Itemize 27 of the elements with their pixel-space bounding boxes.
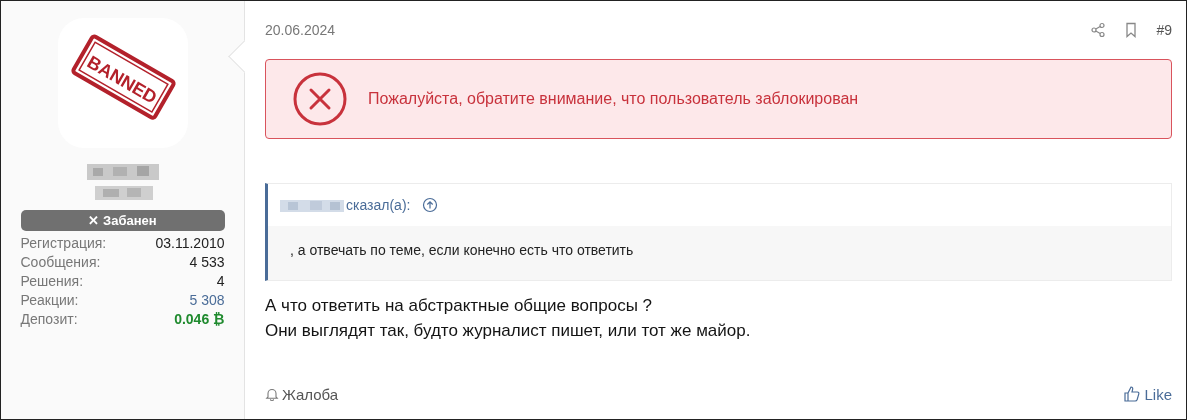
quote-author-said[interactable]: сказал(а): xyxy=(346,197,411,213)
stat-label: Депозит: xyxy=(20,311,79,327)
bell-icon xyxy=(265,387,279,401)
thumbs-up-icon xyxy=(1123,385,1142,403)
post-date[interactable]: 20.06.2024 xyxy=(265,22,336,38)
post-number[interactable]: #9 xyxy=(1156,22,1172,38)
stat-label: Сообщения: xyxy=(20,254,102,270)
error-icon xyxy=(292,71,348,127)
banned-badge: ✕ Забанен xyxy=(20,210,225,231)
stat-value: 0.046 ₿ xyxy=(173,311,225,327)
quote-text: , а отвечать по теме, если конечно есть что ответить xyxy=(290,242,634,258)
post-text-line: А что ответить на абстрактные общие вопросы ? xyxy=(265,295,654,317)
stat-label: Решения: xyxy=(20,273,85,289)
jump-up-icon[interactable] xyxy=(422,197,439,213)
stat-value: 4 533 xyxy=(188,254,225,270)
like-button[interactable]: Like xyxy=(1123,385,1172,403)
report-link[interactable]: Жалоба xyxy=(265,385,339,403)
bookmark-icon[interactable] xyxy=(1124,22,1139,38)
redacted-quote-author xyxy=(280,197,344,213)
stat-label: Регистрация: xyxy=(20,235,108,251)
stat-value: 03.11.2010 xyxy=(155,235,225,251)
stat-label: Реакции: xyxy=(20,292,80,308)
stat-value[interactable]: 5 308 xyxy=(155,292,225,308)
alert-message: Пожалуйста, обратите внимание, что пользователь заблокирован xyxy=(368,90,859,108)
share-icon[interactable] xyxy=(1090,22,1107,38)
post-text-line: Они выглядят так, будто журналист пишет, или тот же майор. xyxy=(265,320,752,342)
stat-value: 4 xyxy=(215,273,225,289)
